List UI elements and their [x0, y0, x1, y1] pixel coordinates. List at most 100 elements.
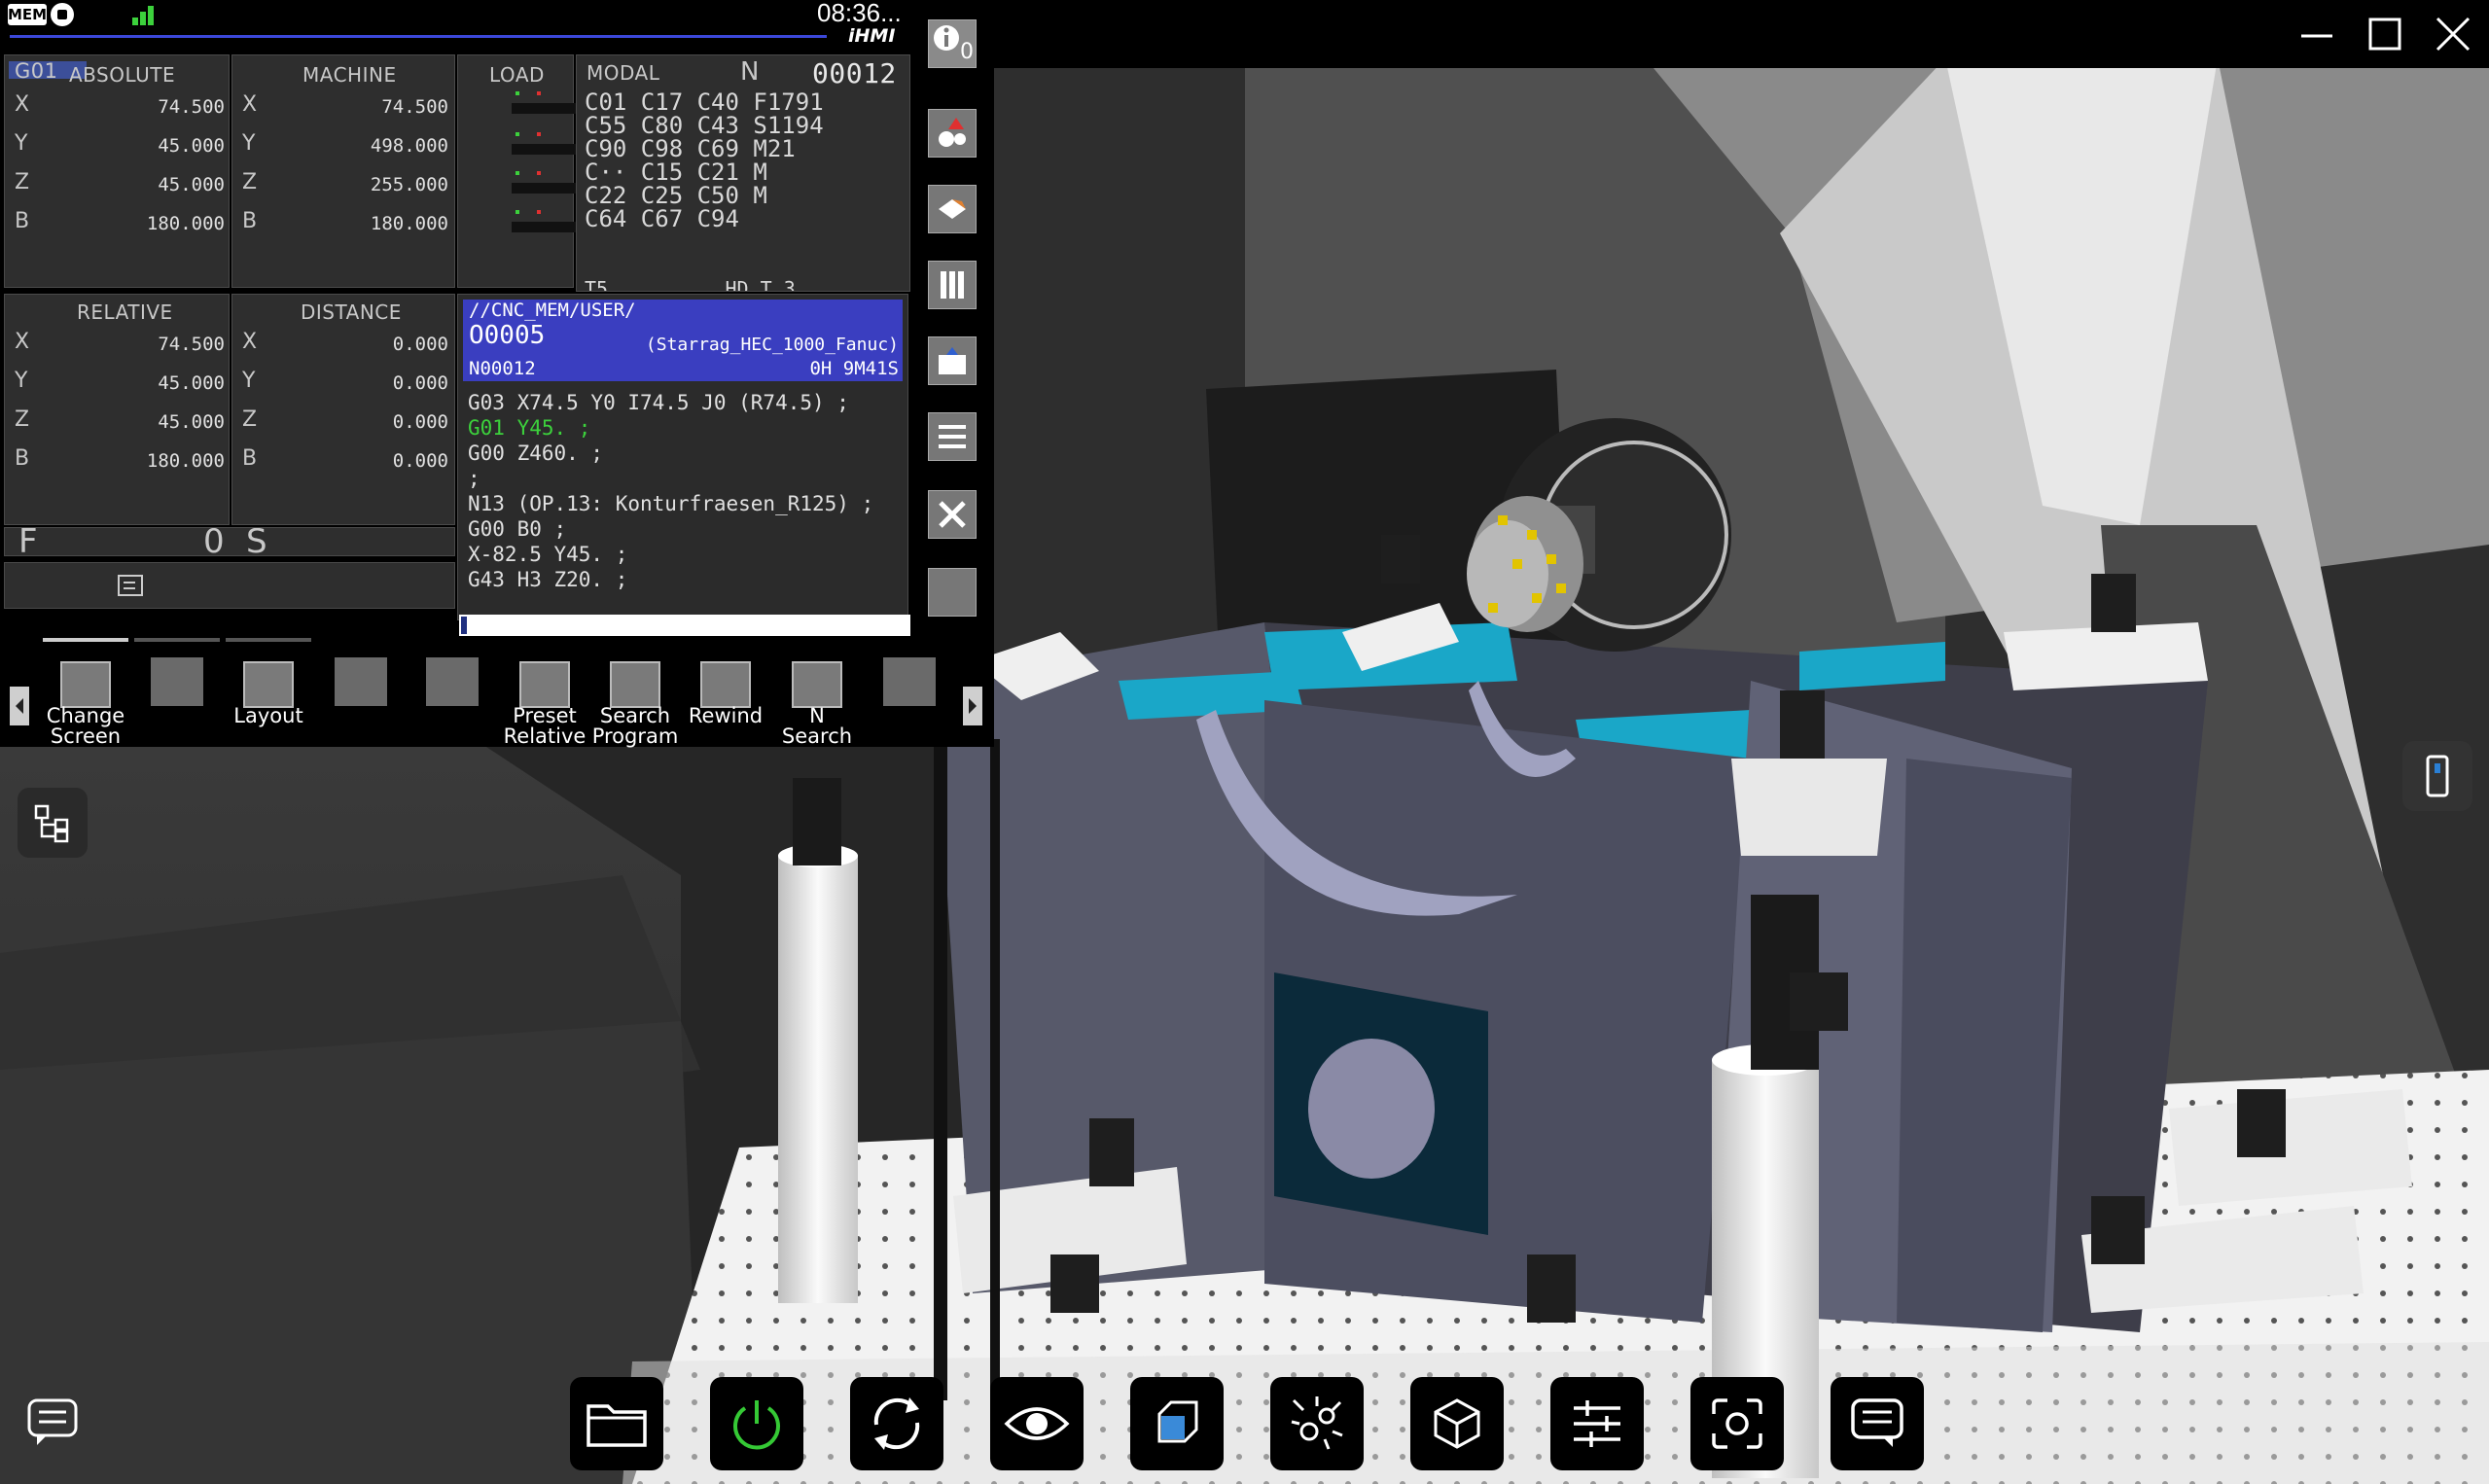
- feed-speed-box: F 0 S: [4, 527, 455, 556]
- mode-badge: MEM: [8, 4, 48, 25]
- sliders-icon: [1574, 1400, 1620, 1447]
- program-line: G00 B0 ;: [468, 517, 567, 541]
- page-tab-3[interactable]: [226, 638, 311, 642]
- axis-label: B: [242, 446, 258, 471]
- axis-label: X: [242, 92, 258, 117]
- cnc-hmi-panel: MEM 08:36... iHMI G01 ABSOLUTE X 74.500 …: [0, 0, 994, 747]
- machine-position-box[interactable]: MACHINE X 74.500 Y 498.000 Z 255.000 B 1…: [231, 54, 455, 288]
- feed-value: 0: [203, 527, 226, 556]
- softkey-blank[interactable]: [335, 657, 387, 706]
- program-line-active: G01 Y45. ;: [468, 416, 591, 440]
- power-icon: [733, 1400, 780, 1450]
- device-toggle-button[interactable]: [2402, 741, 2472, 811]
- axis-value: 498.000: [370, 135, 448, 157]
- refresh-icon: [873, 1397, 920, 1450]
- axis-value: 180.000: [146, 213, 225, 234]
- view-button[interactable]: [990, 1377, 1084, 1470]
- phone-icon: [2426, 755, 2449, 797]
- axis-value: 0.000: [392, 372, 448, 394]
- info-button[interactable]: 0: [928, 19, 977, 68]
- cycle-time: 0H 9M41S: [809, 358, 899, 379]
- folder-icon: [587, 1404, 647, 1447]
- modal-line: C64 C67 C94: [585, 205, 739, 232]
- program-line: G00 Z460. ;: [468, 442, 604, 465]
- program-folder-button[interactable]: [928, 336, 977, 385]
- list-icon: [939, 425, 966, 448]
- program-line: X-82.5 Y45. ;: [468, 543, 628, 566]
- page-tab-2[interactable]: [134, 638, 220, 642]
- gcode-indicator: G01: [15, 59, 58, 83]
- axis-label: B: [242, 209, 258, 233]
- axis-value: 0.000: [392, 411, 448, 433]
- axis-value: 0.000: [392, 334, 448, 355]
- preset-relative-icon: [519, 661, 570, 708]
- program-line: G03 X74.5 Y0 I74.5 J0 (R74.5) ;: [468, 391, 849, 414]
- sequence-number: N00012: [469, 358, 536, 379]
- feed-override-box[interactable]: [4, 562, 455, 609]
- maintenance-button[interactable]: [928, 490, 977, 539]
- n-search-icon: [792, 661, 842, 708]
- message-icon: [1851, 1398, 1903, 1447]
- axis-value: 45.000: [158, 372, 225, 394]
- axis-value: 74.500: [381, 96, 448, 118]
- screenshot-button[interactable]: [1690, 1377, 1784, 1470]
- softkey-blank[interactable]: [426, 657, 479, 706]
- modal-line: C90 C98 C69 M21: [585, 135, 796, 162]
- axis-value: 74.500: [158, 96, 225, 118]
- close-button[interactable]: [2424, 8, 2482, 60]
- layout-label: Layout: [233, 704, 303, 727]
- modal-title: MODAL: [587, 61, 660, 85]
- distance-title: DISTANCE: [301, 300, 402, 324]
- softkey-prev-button[interactable]: [10, 687, 29, 725]
- axis-value: 180.000: [146, 450, 225, 472]
- softkey-blank[interactable]: [151, 657, 203, 706]
- model-view-button[interactable]: [1410, 1377, 1504, 1470]
- modal-cut-line: T5 HD T 3: [585, 277, 796, 292]
- axis-label: Z: [242, 407, 258, 432]
- settings-sliders-button[interactable]: [1550, 1377, 1644, 1470]
- alarm-settings-button[interactable]: [928, 109, 977, 158]
- axis-value: 0.000: [392, 450, 448, 472]
- modal-n-value: 00012: [812, 57, 897, 89]
- change-screen-label: Change Screen: [46, 704, 125, 748]
- maximize-icon: [2368, 18, 2401, 51]
- axis-value: 180.000: [370, 213, 448, 234]
- chevron-right-icon: [969, 698, 977, 714]
- list-button[interactable]: [928, 412, 977, 461]
- close-icon: [2436, 17, 2471, 52]
- explode-view-button[interactable]: [1270, 1377, 1364, 1470]
- search-program-icon: [610, 661, 660, 708]
- status-strip: MEM 08:36... iHMI: [0, 0, 914, 47]
- softkey-blank[interactable]: [883, 657, 936, 706]
- reset-simulation-button[interactable]: [850, 1377, 943, 1470]
- modal-box[interactable]: MODAL N 00012 C01 C17 C40 F1791 C55 C80 …: [576, 54, 910, 292]
- axis-label: Z: [15, 407, 30, 432]
- mdi-input-line[interactable]: [459, 615, 910, 636]
- workpiece-icon: [939, 199, 966, 219]
- page-tab-1[interactable]: [43, 638, 128, 642]
- change-screen-icon: [60, 661, 111, 708]
- relative-position-box[interactable]: RELATIVE X 74.500 Y 45.000 Z 45.000 B 18…: [4, 294, 230, 525]
- chat-button[interactable]: [18, 1387, 88, 1457]
- machine-title: MACHINE: [302, 63, 397, 87]
- messages-button[interactable]: [1831, 1377, 1924, 1470]
- axis-value: 74.500: [158, 334, 225, 355]
- stock-view-button[interactable]: [1130, 1377, 1224, 1470]
- axis-value: 255.000: [370, 174, 448, 195]
- open-file-button[interactable]: [570, 1377, 663, 1470]
- workpiece-button[interactable]: [928, 185, 977, 233]
- tool-list-button[interactable]: [928, 261, 977, 309]
- distance-to-go-box[interactable]: DISTANCE X 0.000 Y 0.000 Z 0.000 B 0.000: [231, 294, 455, 525]
- blank-side-button[interactable]: [928, 568, 977, 617]
- tree-view-button[interactable]: [18, 788, 88, 858]
- minimize-button[interactable]: [2288, 8, 2346, 60]
- relative-title: RELATIVE: [77, 300, 173, 324]
- axis-label: X: [15, 92, 30, 117]
- gear-alarm-icon: [939, 118, 966, 147]
- absolute-position-box[interactable]: G01 ABSOLUTE X 74.500 Y 45.000 Z 45.000 …: [4, 54, 230, 288]
- power-button[interactable]: [710, 1377, 803, 1470]
- maximize-button[interactable]: [2356, 8, 2414, 60]
- explode-icon: [1291, 1396, 1343, 1450]
- softkey-next-button[interactable]: [963, 687, 982, 725]
- axis-label: Y: [242, 131, 256, 156]
